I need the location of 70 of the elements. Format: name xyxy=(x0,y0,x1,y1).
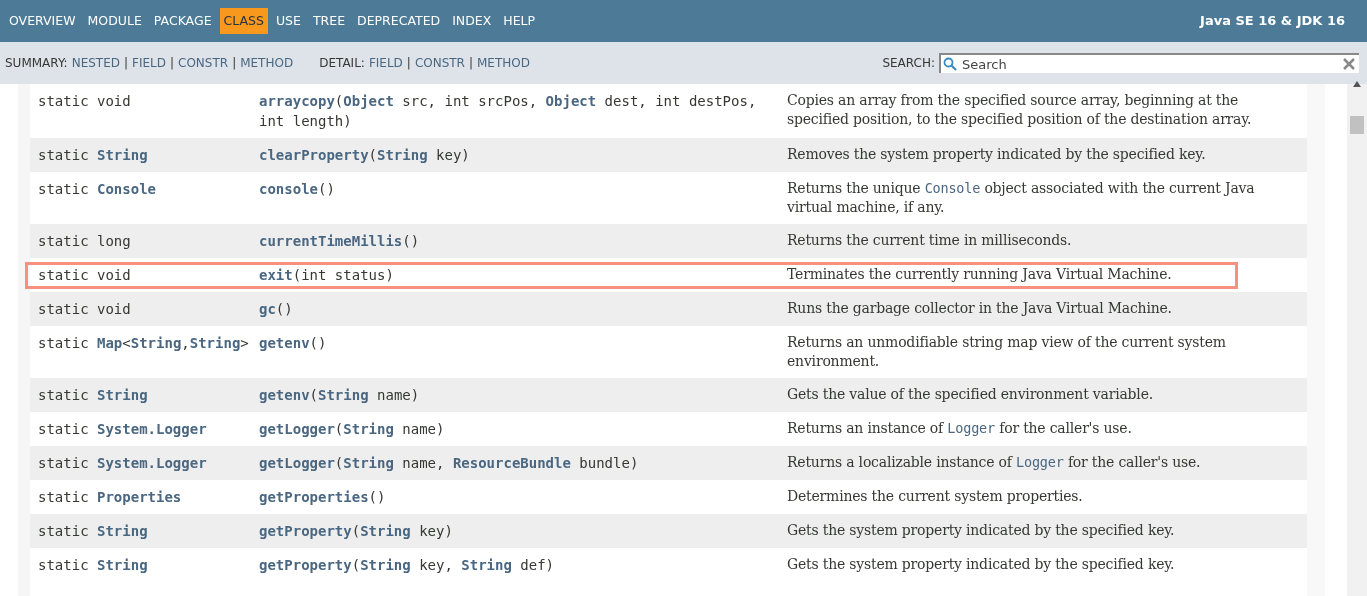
description-text: Returns a localizable instance of Logger for the caller's use. xyxy=(787,453,1202,472)
method-cell: getProperties() xyxy=(259,489,386,505)
scrollbar-thumb[interactable] xyxy=(1350,116,1364,134)
method-cell: getenv() xyxy=(259,335,327,351)
nav-link[interactable]: OVERVIEW xyxy=(5,7,80,35)
nav-link[interactable]: USE xyxy=(271,7,305,35)
nav-link[interactable]: PACKAGE xyxy=(149,7,216,35)
nav-label: DETAIL: xyxy=(319,55,365,72)
method-cell: currentTimeMillis() xyxy=(259,233,420,249)
nav-link[interactable]: INDEX xyxy=(448,7,496,35)
nav-link[interactable]: CLASS xyxy=(219,7,268,35)
description-text: Copies an array from the specified source array, beginning at the specified position, to the specified position of the destination array. xyxy=(787,91,1253,129)
page-title: Java SE 16 & JDK 16 xyxy=(1200,12,1345,31)
type-cell: static Properties xyxy=(38,489,182,505)
type-cell: static long xyxy=(38,233,131,249)
description-text: Runs the garbage collector in the Java Virtual Machine. xyxy=(787,299,1173,318)
type-cell: static void xyxy=(38,93,131,109)
description-text: Gets the system property indicated by the specified key. xyxy=(787,521,1176,540)
description-text: Removes the system property indicated by the specified key. xyxy=(787,145,1207,164)
description-text: Gets the value of the specified environment variable. xyxy=(787,385,1154,404)
type-cell: static String xyxy=(38,147,148,163)
scrollbar[interactable] xyxy=(1347,84,1367,596)
separator: | xyxy=(468,55,473,72)
description-text: Determines the current system properties. xyxy=(787,487,1084,506)
section-link[interactable]: FIELD xyxy=(132,54,166,72)
method-cell: getenv(String name) xyxy=(259,387,420,403)
type-cell: static System.Logger xyxy=(38,455,207,471)
scroll-up-icon[interactable] xyxy=(1352,80,1362,88)
close-icon[interactable] xyxy=(1343,58,1355,70)
method-cell: gc() xyxy=(259,301,293,317)
method-cell: getProperty(String key, String def) xyxy=(259,557,555,573)
nav-link[interactable]: MODULE xyxy=(83,7,146,35)
section-link[interactable]: FIELD xyxy=(368,54,403,72)
type-cell: static String xyxy=(38,523,148,539)
description-text: Gets the system property indicated by the specified key. xyxy=(787,555,1176,574)
type-cell: static void xyxy=(38,267,131,283)
search-icon xyxy=(943,57,957,71)
description-text: Returns an instance of Logger for the caller's use. xyxy=(787,419,1133,438)
section-link[interactable]: METHOD xyxy=(240,54,294,72)
search-field[interactable]: Search xyxy=(939,53,1359,73)
nav-link[interactable]: DEPRECATED xyxy=(353,7,445,35)
method-cell: getLogger(String name, ResourceBundle bundle) xyxy=(259,455,639,471)
type-cell: static String xyxy=(38,557,148,573)
nav-label: SUMMARY: xyxy=(5,55,68,72)
description-text: Returns the unique Console object associated with the current Java virtual machine, if any. xyxy=(787,179,1256,217)
method-cell: clearProperty(String key) xyxy=(259,147,470,163)
search-label: SEARCH: xyxy=(882,55,935,72)
separator: | xyxy=(406,55,411,72)
description-text: Returns an unmodifiable string map view of the current system environment. xyxy=(787,333,1227,371)
method-cell: arraycopy(Object src, int srcPos, Object dest, int destPos, int length) xyxy=(259,93,757,129)
separator: | xyxy=(232,55,237,72)
section-link[interactable]: CONSTR xyxy=(178,54,229,72)
method-cell: getLogger(String name) xyxy=(259,421,445,437)
type-cell: static Console xyxy=(38,181,157,197)
description-text: Terminates the currently running Java Virtual Machine. xyxy=(787,265,1173,284)
type-cell: static Map<String,String> xyxy=(38,335,249,351)
separator: | xyxy=(170,55,175,72)
method-cell: exit(int status) xyxy=(259,267,394,283)
method-cell: console() xyxy=(259,181,335,197)
nav-link[interactable]: TREE xyxy=(308,7,350,35)
type-cell: static System.Logger xyxy=(38,421,207,437)
method-cell: getProperty(String key) xyxy=(259,523,453,539)
section-link[interactable]: CONSTR xyxy=(414,54,465,72)
section-link[interactable]: METHOD xyxy=(477,54,530,72)
type-cell: static String xyxy=(38,387,148,403)
description-text: Returns the current time in milliseconds. xyxy=(787,231,1073,250)
separator: | xyxy=(124,55,129,72)
type-cell: static void xyxy=(38,301,131,317)
nav-link[interactable]: HELP xyxy=(499,7,540,35)
section-link[interactable]: NESTED xyxy=(71,54,120,72)
